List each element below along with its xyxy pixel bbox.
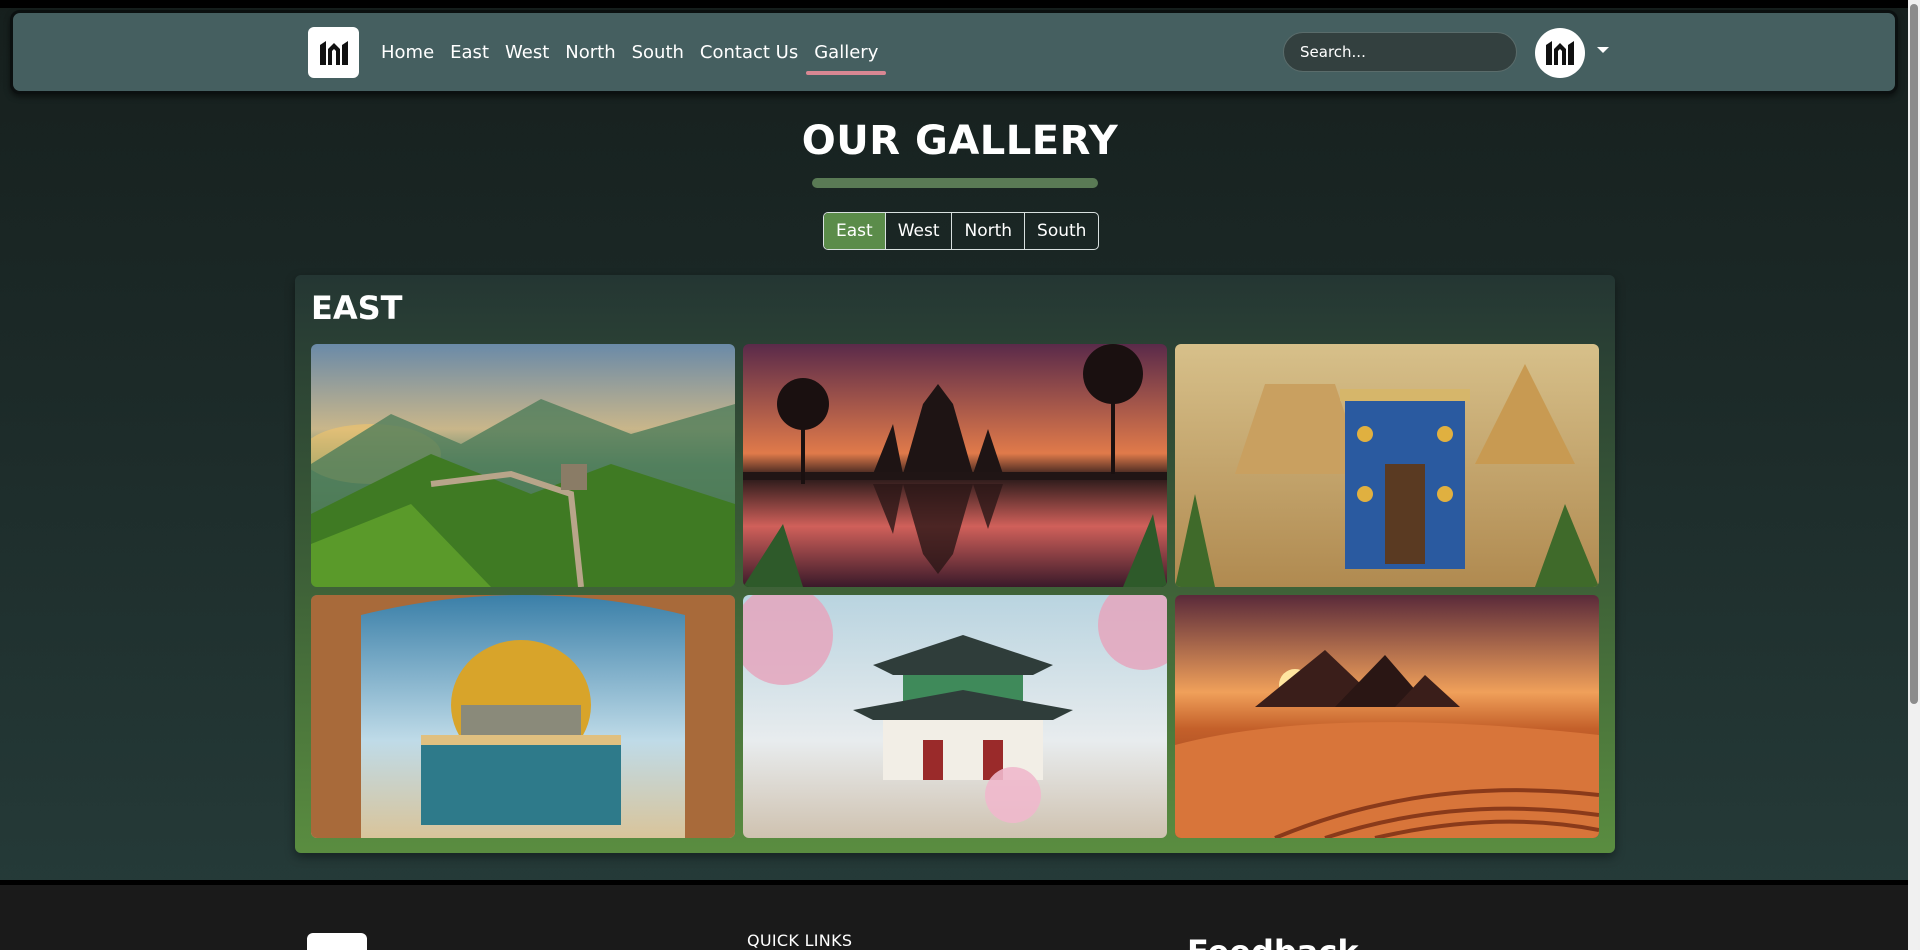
filter-east-button[interactable]: East [824,213,886,249]
footer-logo[interactable] [307,933,367,950]
region-filter-group: East West North South [823,212,1100,250]
angkor-wat-image[interactable] [743,344,1167,587]
site-footer: QUICK LINKS Feedback [0,880,1920,950]
logo-icon [319,40,348,65]
nav-east[interactable]: East [450,41,489,65]
nav-home[interactable]: Home [381,41,434,65]
dome-of-the-rock-image[interactable] [311,595,735,838]
search-input[interactable] [1283,32,1517,72]
korean-palace-image[interactable] [743,595,1167,838]
nav-south[interactable]: South [632,41,684,65]
nav-west[interactable]: West [505,41,549,65]
chevron-down-icon[interactable] [1597,47,1609,53]
great-wall-image[interactable] [311,344,735,587]
top-navbar: Home East West North South Contact Us Ga… [10,10,1898,94]
nav-links: Home East West North South Contact Us Ga… [381,41,887,75]
user-avatar[interactable] [1535,28,1585,78]
page-title: OUR GALLERY [801,118,1119,164]
nav-contact-us[interactable]: Contact Us [700,41,798,65]
nav-north[interactable]: North [565,41,615,65]
feedback-heading: Feedback [1187,933,1359,950]
page-scrollbar[interactable] [1908,0,1920,950]
filter-south-button[interactable]: South [1025,213,1098,249]
section-title: EAST [311,289,403,327]
title-underline [812,178,1098,188]
avatar-logo-icon [1546,41,1574,65]
gallery-panel: EAST [295,275,1615,853]
site-logo[interactable] [308,27,359,78]
gallery-grid [311,344,1599,838]
scrollbar-thumb[interactable] [1910,4,1918,704]
babylon-gate-image[interactable] [1175,344,1599,587]
window-top-edge [0,0,1920,8]
filter-north-button[interactable]: North [952,213,1026,249]
quick-links-heading: QUICK LINKS [747,931,853,950]
filter-west-button[interactable]: West [886,213,953,249]
pyramids-desert-image[interactable] [1175,595,1599,838]
nav-gallery[interactable]: Gallery [806,41,887,75]
